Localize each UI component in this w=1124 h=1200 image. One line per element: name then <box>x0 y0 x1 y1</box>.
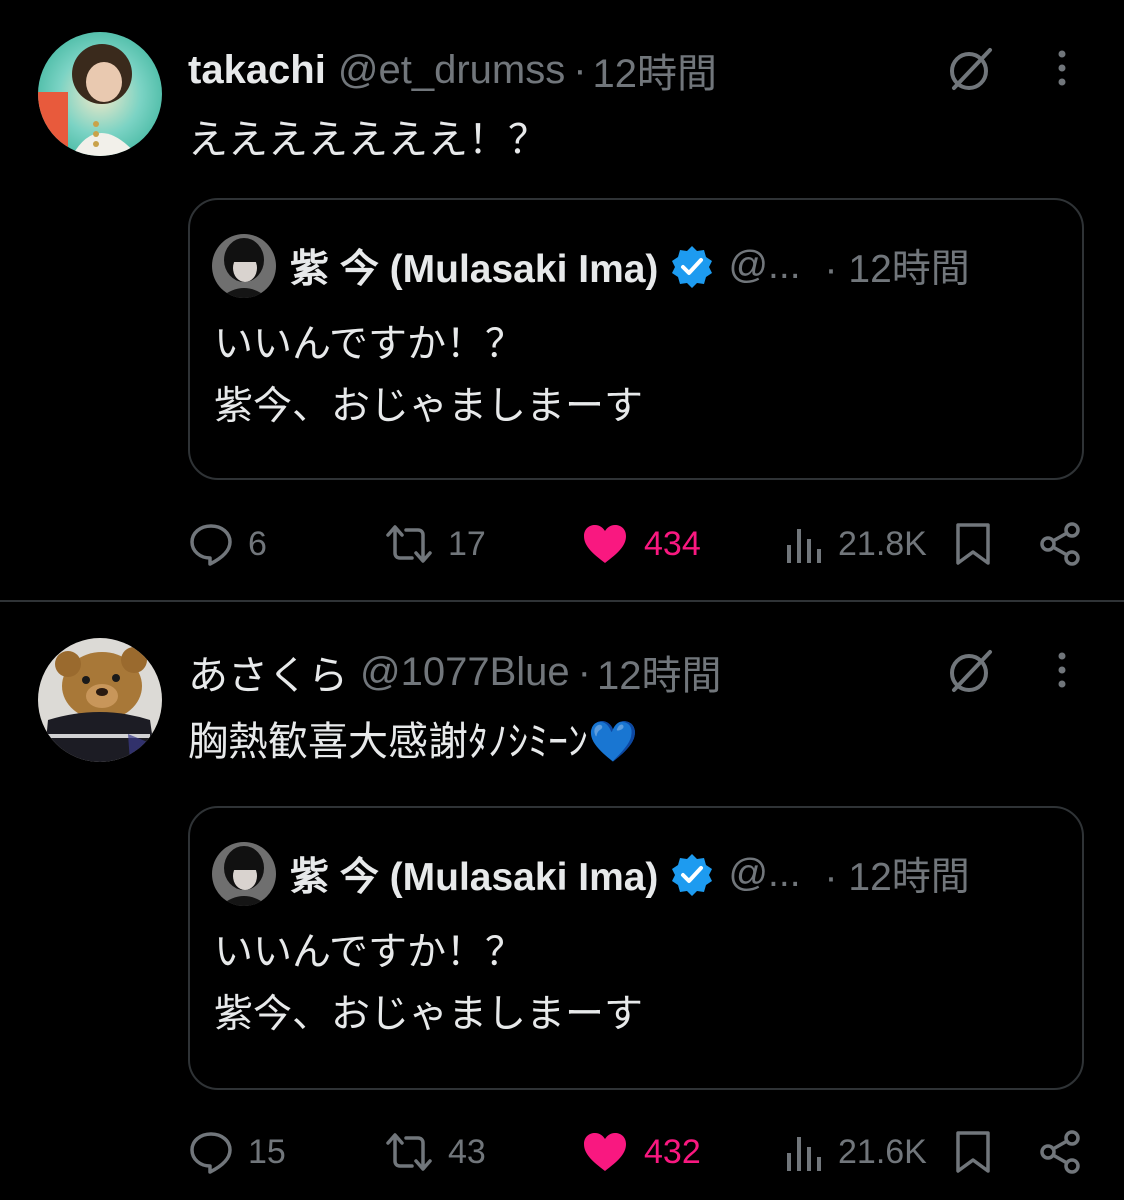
bookmark-button[interactable] <box>952 518 994 570</box>
verified-badge-icon <box>672 854 713 896</box>
share-icon <box>1040 1130 1080 1174</box>
more-icon[interactable] <box>1048 652 1076 688</box>
user-handle[interactable]: @et_drumss <box>338 48 565 93</box>
bookmark-icon <box>956 523 990 565</box>
views-icon <box>787 1137 821 1171</box>
separator-dot: · <box>573 47 587 92</box>
repost-count: 17 <box>448 524 486 563</box>
display-name[interactable]: takachi <box>188 48 326 93</box>
post-text: えええええええ！？ <box>188 117 548 163</box>
separator-dot: · <box>577 649 591 694</box>
quote-timestamp: · 12時間 <box>824 248 970 291</box>
quoted-post[interactable]: 紫 今 (Mulasaki Ima) @... · 12時間 いいんですか！？ … <box>188 198 1084 480</box>
views-button[interactable]: 21.6K <box>784 1126 927 1178</box>
like-icon <box>584 1133 626 1171</box>
quote-display-name: 紫 今 (Mulasaki Ima) <box>290 248 659 291</box>
views-icon <box>787 529 821 563</box>
quote-avatar <box>212 234 276 298</box>
repost-icon <box>386 525 432 563</box>
post-timestamp[interactable]: 12時間 <box>597 643 722 701</box>
action-bar: 6 17 434 21.8K <box>0 518 1124 570</box>
like-count: 432 <box>644 1132 701 1171</box>
grok-icon[interactable] <box>946 646 996 696</box>
views-button[interactable]: 21.8K <box>784 518 927 570</box>
quote-handle: @... <box>728 852 801 895</box>
views-count: 21.6K <box>838 1132 927 1171</box>
grok-icon[interactable] <box>946 44 996 94</box>
display-name[interactable]: あさくら <box>188 643 348 701</box>
repost-icon <box>386 1133 432 1171</box>
views-count: 21.8K <box>838 524 927 563</box>
post-text: 胸熱歓喜大感謝ﾀﾉｼﾐｰﾝ💙 <box>188 719 638 765</box>
share-button[interactable] <box>1038 1126 1084 1178</box>
reply-count: 15 <box>248 1132 286 1171</box>
user-handle[interactable]: @1077Blue <box>360 650 570 695</box>
avatar[interactable] <box>38 32 162 156</box>
reply-count: 6 <box>248 524 267 563</box>
post[interactable]: あさくら @1077Blue · 12時間 胸熱歓喜大感謝ﾀﾉｼﾐｰﾝ💙 紫 今… <box>0 602 1124 1200</box>
share-icon <box>1040 522 1080 566</box>
quote-timestamp: · 12時間 <box>824 856 970 899</box>
quote-avatar <box>212 842 276 906</box>
post[interactable]: takachi @et_drumss · 12時間 えええええええ！？ 紫 今 … <box>0 0 1124 600</box>
post-header: あさくら @1077Blue · 12時間 <box>188 643 722 701</box>
action-bar: 15 43 432 21.6K <box>0 1126 1124 1178</box>
bookmark-icon <box>956 1131 990 1173</box>
like-button[interactable]: 434 <box>580 518 701 570</box>
post-timestamp[interactable]: 12時間 <box>593 41 718 99</box>
bookmark-button[interactable] <box>952 1126 994 1178</box>
like-button[interactable]: 432 <box>580 1126 701 1178</box>
reply-button[interactable]: 6 <box>188 518 267 570</box>
quote-text: いいんですか！？ 紫今、おじゃましまーす <box>214 930 644 1037</box>
like-icon <box>584 525 626 563</box>
avatar[interactable] <box>38 638 162 762</box>
repost-button[interactable]: 17 <box>384 518 486 570</box>
quote-header: 紫 今 (Mulasaki Ima) @... · 12時間 <box>290 844 970 904</box>
post-header: takachi @et_drumss · 12時間 <box>188 41 718 99</box>
share-button[interactable] <box>1038 518 1084 570</box>
repost-count: 43 <box>448 1132 486 1171</box>
quote-handle: @... <box>728 244 801 287</box>
repost-button[interactable]: 43 <box>384 1126 486 1178</box>
reply-icon <box>190 524 232 566</box>
reply-button[interactable]: 15 <box>188 1126 286 1178</box>
reply-icon <box>190 1132 232 1174</box>
quoted-post[interactable]: 紫 今 (Mulasaki Ima) @... · 12時間 いいんですか！？ … <box>188 806 1084 1090</box>
more-icon[interactable] <box>1048 50 1076 86</box>
like-count: 434 <box>644 524 701 563</box>
quote-text: いいんですか！？ 紫今、おじゃましまーす <box>214 322 644 429</box>
quote-display-name: 紫 今 (Mulasaki Ima) <box>290 856 659 899</box>
verified-badge-icon <box>672 246 713 288</box>
quote-header: 紫 今 (Mulasaki Ima) @... · 12時間 <box>290 236 970 296</box>
